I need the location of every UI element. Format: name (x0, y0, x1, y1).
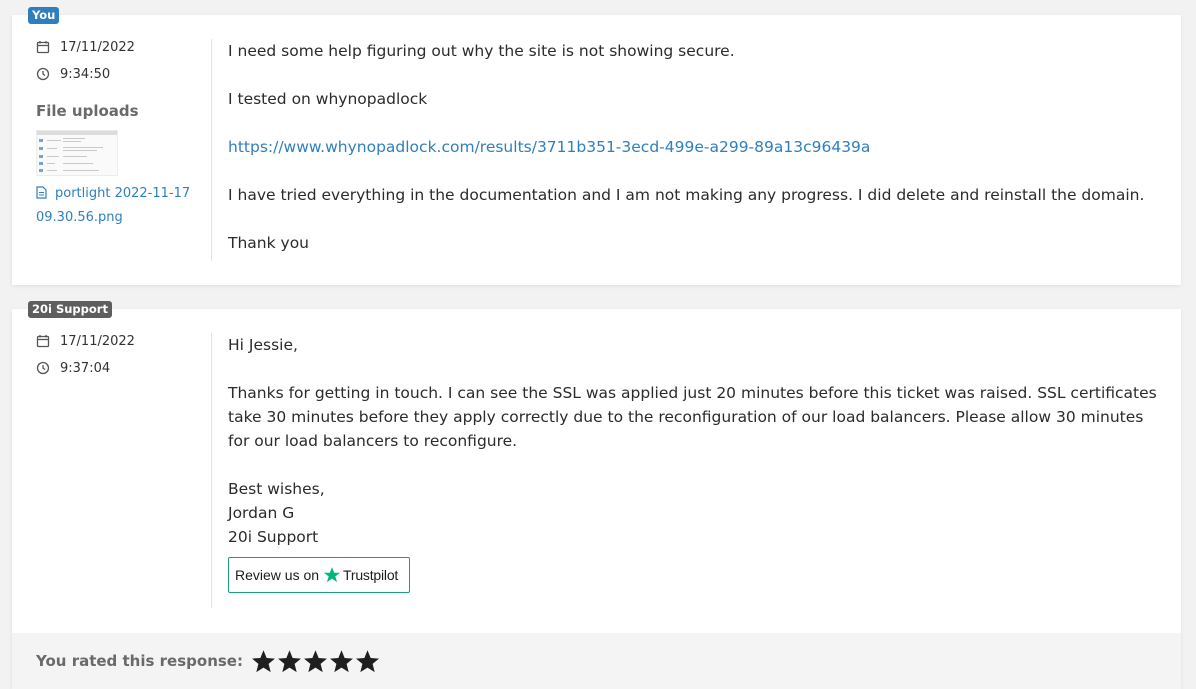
author-badge-you: You (28, 7, 60, 24)
star-icon[interactable] (277, 649, 302, 674)
message-signature-team: 20i Support (228, 528, 319, 546)
message-paragraph: I need some help figuring out why the si… (228, 42, 735, 60)
message-time: 9:37:04 (60, 360, 111, 376)
whynopadlock-results-link[interactable]: https://www.whynopadlock.com/results/371… (228, 138, 870, 156)
rating-bar: You rated this response: (12, 633, 1181, 689)
message-paragraph: Thanks for getting in touch. I can see t… (228, 384, 1157, 450)
meta-divider (211, 39, 212, 261)
upload-file-name: portlight 2022-11-17 09.30.56.png (36, 186, 191, 225)
message-meta: 17/11/2022 9:34:50 File uploads portligh… (36, 37, 196, 230)
message-time: 9:34:50 (60, 66, 111, 82)
message-body-customer: I need some help figuring out why the si… (228, 39, 1168, 255)
rating-stars[interactable] (251, 649, 381, 674)
trustpilot-prefix: Review us on (235, 567, 320, 583)
clock-icon (36, 67, 50, 81)
trustpilot-review-button[interactable]: Review us on Trustpilot (228, 557, 410, 593)
author-badge-support: 20i Support (28, 301, 112, 318)
message-paragraph: I tested on whynopadlock (228, 90, 428, 108)
message-meta: 17/11/2022 9:37:04 (36, 331, 196, 385)
message-card-customer: You 17/11/2022 9:34:50 File uploads port… (12, 7, 1181, 285)
star-icon[interactable] (355, 649, 380, 674)
star-icon[interactable] (329, 649, 354, 674)
message-body-support: Hi Jessie, Thanks for getting in touch. … (228, 333, 1168, 593)
upload-file-link[interactable]: portlight 2022-11-17 09.30.56.png (36, 182, 196, 230)
message-date: 17/11/2022 (60, 333, 135, 349)
message-paragraph: I have tried everything in the documenta… (228, 186, 1145, 204)
star-icon[interactable] (251, 649, 276, 674)
message-signature-name: Jordan G (228, 504, 295, 522)
message-time-row: 9:34:50 (36, 64, 196, 84)
trustpilot-brand: Trustpilot (343, 567, 399, 583)
rating-label: You rated this response: (36, 652, 243, 670)
trustpilot-star-icon (323, 567, 341, 583)
message-date: 17/11/2022 (60, 39, 135, 55)
star-icon[interactable] (303, 649, 328, 674)
message-date-row: 17/11/2022 (36, 37, 196, 57)
upload-thumbnail[interactable] (36, 130, 118, 176)
calendar-icon (36, 335, 50, 348)
meta-divider (211, 333, 212, 608)
file-icon (36, 186, 47, 199)
message-time-row: 9:37:04 (36, 358, 196, 378)
file-uploads-heading: File uploads (36, 102, 139, 120)
message-signoff: Best wishes, (228, 480, 325, 498)
calendar-icon (36, 41, 50, 54)
message-date-row: 17/11/2022 (36, 331, 196, 351)
clock-icon (36, 361, 50, 375)
message-paragraph: Thank you (228, 234, 309, 252)
message-card-support: 20i Support 17/11/2022 9:37:04 Hi Jessie… (12, 301, 1181, 689)
message-greeting: Hi Jessie, (228, 336, 298, 354)
